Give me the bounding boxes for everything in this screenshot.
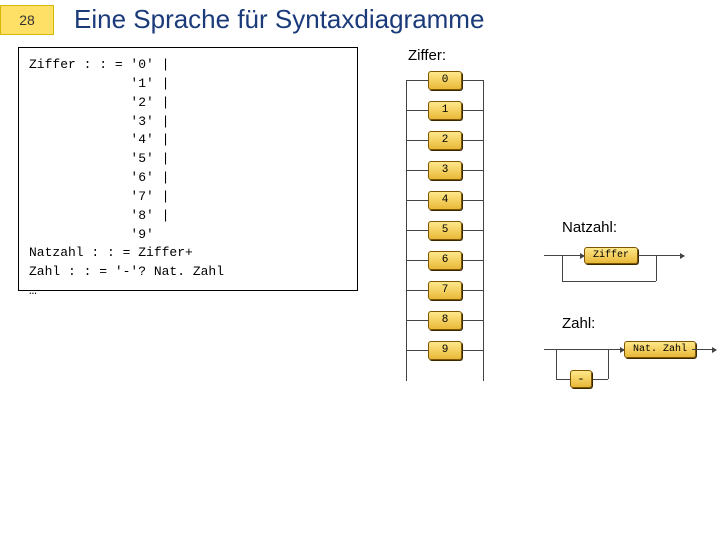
- digit-box: 1: [428, 101, 462, 120]
- digit-box: 3: [428, 161, 462, 180]
- zahl-nat-node: Nat. Zahl: [624, 341, 696, 358]
- digit-box: 9: [428, 341, 462, 360]
- grammar-code-box: Ziffer : : = '0' | '1' | '2' | '3' | '4'…: [18, 47, 358, 291]
- digit-box: 8: [428, 311, 462, 330]
- slide-number: 28: [0, 5, 54, 35]
- digit-box: 6: [428, 251, 462, 270]
- diagrams-area: Ziffer: 0 1 2 3 4 5 6 7 8 9 Natzahl: Zif…: [374, 47, 702, 291]
- digit-box: 0: [428, 71, 462, 90]
- label-natzahl: Natzahl:: [562, 219, 617, 236]
- natzahl-ziffer-node: Ziffer: [584, 247, 638, 264]
- slide-title: Eine Sprache für Syntaxdiagramme: [74, 4, 484, 35]
- zahl-minus-node: -: [570, 370, 592, 388]
- label-ziffer: Ziffer:: [408, 47, 446, 64]
- digit-box: 7: [428, 281, 462, 300]
- digit-box: 2: [428, 131, 462, 150]
- natzahl-diagram: Ziffer: [544, 245, 704, 297]
- ziffer-diagram: 0 1 2 3 4 5 6 7 8 9: [428, 71, 462, 360]
- slide-header: 28 Eine Sprache für Syntaxdiagramme: [0, 0, 720, 41]
- digit-box: 4: [428, 191, 462, 210]
- label-zahl: Zahl:: [562, 315, 595, 332]
- slide-content: Ziffer : : = '0' | '1' | '2' | '3' | '4'…: [0, 41, 720, 291]
- zahl-diagram: Nat. Zahl -: [544, 339, 720, 399]
- digit-box: 5: [428, 221, 462, 240]
